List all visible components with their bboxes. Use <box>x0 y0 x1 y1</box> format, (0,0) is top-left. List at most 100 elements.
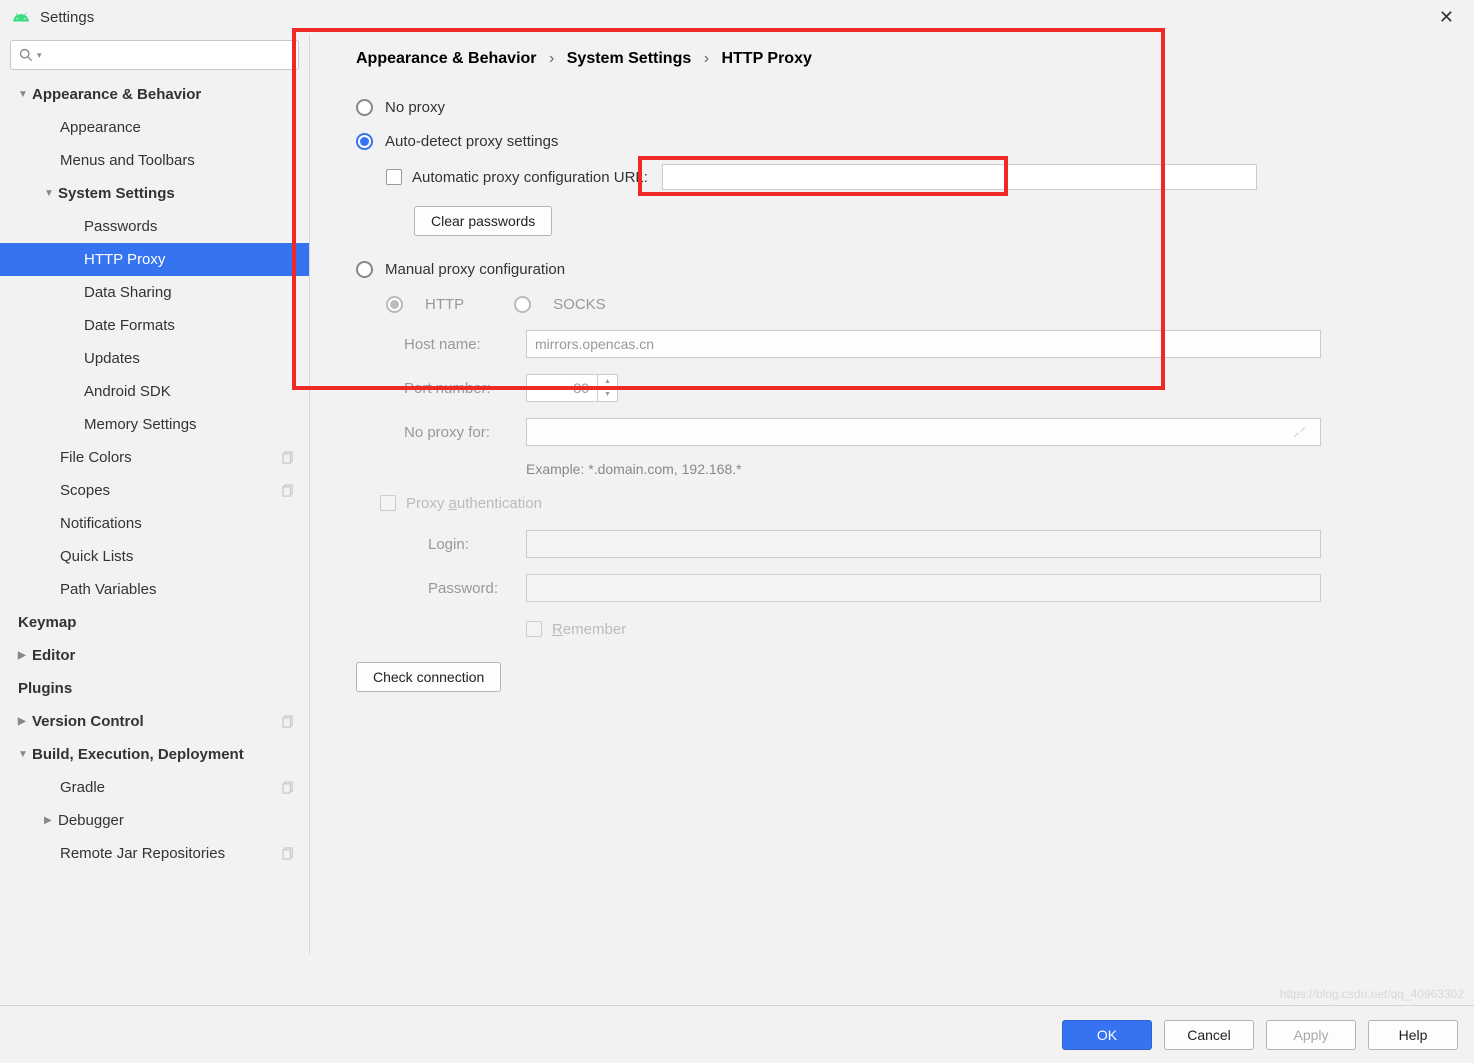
tree-item-scopes[interactable]: Scopes <box>0 474 309 507</box>
chevron-right-icon: › <box>704 50 709 67</box>
tree-item-label: Data Sharing <box>84 284 172 301</box>
chevron-right-icon: › <box>549 50 554 67</box>
tree-item-updates[interactable]: Updates <box>0 342 309 375</box>
tree-item-plugins[interactable]: Plugins <box>0 672 309 705</box>
tree-item-label: Passwords <box>84 218 157 235</box>
label-no-proxy: No proxy <box>385 99 445 116</box>
tree-item-label: Version Control <box>32 713 144 730</box>
tree-item-build-execution-deployment[interactable]: ▼ Build, Execution, Deployment <box>0 738 309 771</box>
checkbox-remember <box>526 621 542 637</box>
tree-item-appearance-behavior[interactable]: ▼Appearance & Behavior <box>0 78 309 111</box>
tree-arrow-icon: ▶ <box>18 716 28 727</box>
tree-arrow-icon: ▼ <box>18 749 28 760</box>
radio-auto-detect[interactable] <box>356 133 373 150</box>
label-remember: Remember <box>552 621 626 638</box>
cancel-button[interactable]: Cancel <box>1164 1020 1254 1050</box>
chevron-down-icon: ▾ <box>37 50 42 61</box>
radio-http <box>386 296 403 313</box>
close-icon[interactable]: ✕ <box>1431 3 1462 32</box>
tree-item-editor[interactable]: ▶ Editor <box>0 639 309 672</box>
tree-item-path-variables[interactable]: Path Variables <box>0 573 309 606</box>
tree-item-appearance[interactable]: Appearance <box>0 111 309 144</box>
label-host: Host name: <box>404 336 526 353</box>
tree-item-label: Keymap <box>18 614 76 631</box>
label-password: Password: <box>428 580 526 597</box>
tree-item-file-colors[interactable]: File Colors <box>0 441 309 474</box>
tree-item-label: Build, Execution, Deployment <box>32 746 244 763</box>
hint-example: Example: *.domain.com, 192.168.* <box>526 454 1454 484</box>
tree-item-label: HTTP Proxy <box>84 251 165 268</box>
main-panel: Appearance & Behavior › System Settings … <box>310 34 1474 954</box>
help-button[interactable]: Help <box>1368 1020 1458 1050</box>
radio-manual[interactable] <box>356 261 373 278</box>
label-manual: Manual proxy configuration <box>385 261 565 278</box>
tree-item-keymap[interactable]: Keymap <box>0 606 309 639</box>
tree-item-label: Appearance <box>60 119 141 136</box>
tree-item-data-sharing[interactable]: Data Sharing <box>0 276 309 309</box>
tree-item-label: File Colors <box>60 449 132 466</box>
breadcrumb-b: System Settings <box>567 50 691 67</box>
check-connection-button[interactable]: Check connection <box>356 662 501 692</box>
window-title: Settings <box>40 9 94 26</box>
checkbox-auth <box>380 495 396 511</box>
tree-item-memory-settings[interactable]: Memory Settings <box>0 408 309 441</box>
tree-arrow-icon: ▼ <box>18 89 28 100</box>
label-login: Login: <box>428 536 526 553</box>
settings-tree: ▼Appearance & Behavior Appearance Menus an… <box>0 78 309 938</box>
input-auto-url[interactable] <box>662 164 1257 190</box>
tree-item-label: System Settings <box>58 185 175 202</box>
tree-item-label: Menus and Toolbars <box>60 152 195 169</box>
label-auto-url: Automatic proxy configuration URL: <box>412 169 648 186</box>
tree-item-label: Quick Lists <box>60 548 133 565</box>
apply-button: Apply <box>1266 1020 1356 1050</box>
tree-item-label: Remote Jar Repositories <box>60 845 225 862</box>
tree-item-label: Updates <box>84 350 140 367</box>
label-socks: SOCKS <box>553 296 606 313</box>
tree-arrow-icon: ▶ <box>44 815 54 826</box>
label-port: Port number: <box>404 380 526 397</box>
search-input[interactable]: ▾ <box>10 40 299 70</box>
titlebar: Settings ✕ <box>0 0 1474 34</box>
tree-item-notifications[interactable]: Notifications <box>0 507 309 540</box>
ok-button[interactable]: OK <box>1062 1020 1152 1050</box>
tree-item-date-formats[interactable]: Date Formats <box>0 309 309 342</box>
tree-item-version-control[interactable]: ▶ Version Control <box>0 705 309 738</box>
dialog-footer: OK Cancel Apply Help <box>0 1005 1474 1063</box>
spinner-up-icon: ▲ <box>598 375 617 389</box>
tree-arrow-icon: ▶ <box>18 650 28 661</box>
checkbox-auto-url[interactable] <box>386 169 402 185</box>
android-icon <box>12 8 30 26</box>
spinner-down-icon: ▼ <box>598 389 617 402</box>
tree-item-label: Memory Settings <box>84 416 197 433</box>
tree-item-label: Gradle <box>60 779 105 796</box>
tree-item-label: Scopes <box>60 482 110 499</box>
label-http: HTTP <box>425 296 464 313</box>
tree-item-label: Debugger <box>58 812 124 829</box>
tree-item-label: Path Variables <box>60 581 156 598</box>
input-port: ▲▼ <box>526 374 618 402</box>
tree-item-label: Editor <box>32 647 75 664</box>
tree-item-label: Date Formats <box>84 317 175 334</box>
label-auto-detect: Auto-detect proxy settings <box>385 133 558 150</box>
tree-item-gradle[interactable]: Gradle <box>0 771 309 804</box>
clear-passwords-button[interactable]: Clear passwords <box>414 206 552 236</box>
tree-item-quick-lists[interactable]: Quick Lists <box>0 540 309 573</box>
tree-item-remote-jar-repositories[interactable]: Remote Jar Repositories <box>0 837 309 870</box>
tree-item-label: Notifications <box>60 515 142 532</box>
tree-item-debugger[interactable]: ▶ Debugger <box>0 804 309 837</box>
tree-item-label: Android SDK <box>84 383 171 400</box>
tree-item-menus-and-toolbars[interactable]: Menus and Toolbars <box>0 144 309 177</box>
breadcrumb-c: HTTP Proxy <box>721 50 811 67</box>
label-no-proxy-for: No proxy for: <box>404 424 526 441</box>
label-auth: Proxy authentication <box>406 495 542 512</box>
breadcrumb: Appearance & Behavior › System Settings … <box>356 50 1454 68</box>
tree-item-android-sdk[interactable]: Android SDK <box>0 375 309 408</box>
tree-item-passwords[interactable]: Passwords <box>0 210 309 243</box>
tree-item-http-proxy[interactable]: HTTP Proxy <box>0 243 309 276</box>
radio-no-proxy[interactable] <box>356 99 373 116</box>
sidebar: ▾ ▼Appearance & Behavior Appearance Menus … <box>0 34 310 954</box>
tree-item-system-settings[interactable]: ▼System Settings <box>0 177 309 210</box>
input-login <box>526 530 1321 558</box>
input-password <box>526 574 1321 602</box>
tree-item-label: Plugins <box>18 680 72 697</box>
